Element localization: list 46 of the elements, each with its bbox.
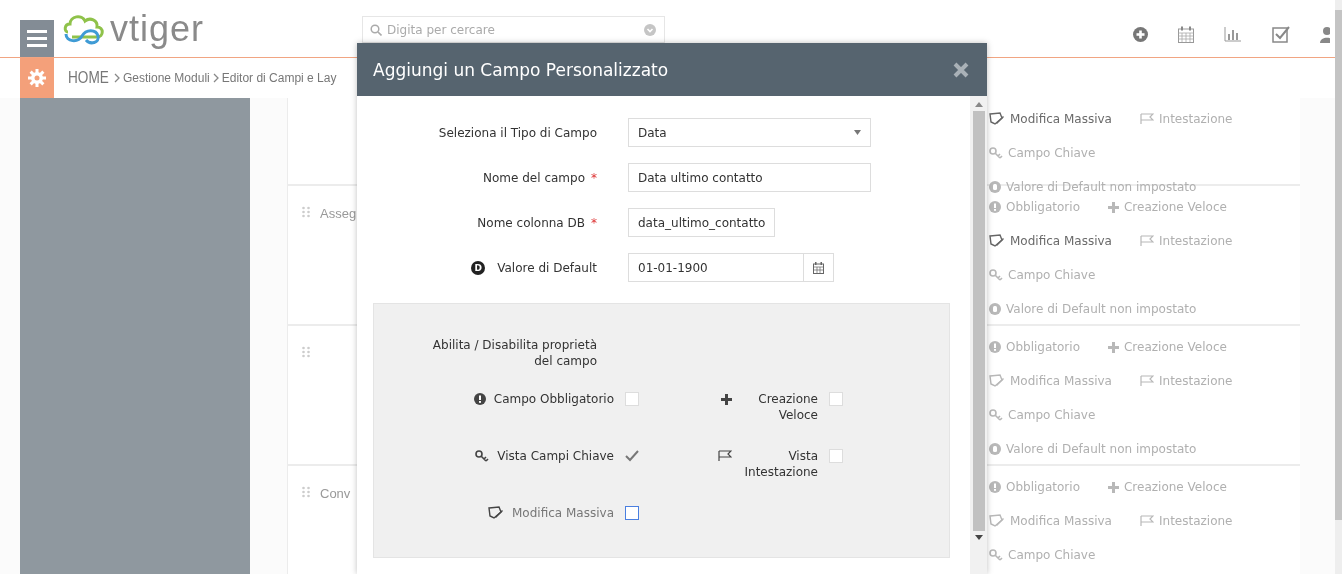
field-property: Obbligatorio <box>1006 480 1080 494</box>
field-label: Seleziona il Tipo di Campo <box>438 125 597 140</box>
field-label: Asseg <box>320 206 357 221</box>
field-property: Valore di Default non impostato <box>1006 302 1197 316</box>
input-field[interactable]: data_ultimo_contatto <box>628 208 775 237</box>
field-label: Nome colonna DB <box>477 215 585 230</box>
breadcrumb-link[interactable]: HOME <box>68 68 109 88</box>
checkbox-label: Creazione Veloce <box>757 391 818 423</box>
field-property: Creazione Veloce <box>1124 200 1227 214</box>
required-mark: * <box>591 215 597 230</box>
field-property: Obbligatorio <box>1006 340 1080 354</box>
field-label: Conv <box>320 486 351 501</box>
field-property: Modifica Massiva <box>1010 234 1112 248</box>
breadcrumb-link[interactable]: Editor di Campi e Lay <box>221 71 337 85</box>
field-property: Modifica Massiva <box>1010 112 1112 126</box>
field-property: Campo Chiave <box>1008 268 1096 282</box>
field-property: Creazione Veloce <box>1124 480 1227 494</box>
date-field[interactable]: 01-01-1900 <box>628 253 803 282</box>
field-property: Intestazione <box>1159 112 1233 126</box>
dialog-title: Aggiungi un Campo Personalizzato <box>373 59 669 80</box>
field-property: Valore di Default non impostato <box>1006 442 1197 456</box>
search-field[interactable]: Digita per cercare <box>362 16 665 43</box>
checkbox-label: Vista Campi Chiave <box>497 448 614 464</box>
input-field[interactable]: Data ultimo contatto <box>628 163 871 192</box>
field-property: Campo Chiave <box>1008 408 1096 422</box>
required-mark: * <box>591 170 597 185</box>
panel-heading: Abilita / Disabilita proprietà del campo <box>431 337 597 369</box>
field-property: Intestazione <box>1159 374 1233 388</box>
field-property: Intestazione <box>1159 514 1233 528</box>
field-label: Valore di Default <box>497 260 597 275</box>
field-type-select[interactable]: Data <box>628 118 871 147</box>
field-property: Intestazione <box>1159 234 1233 248</box>
checkbox-label: Campo Obbligatorio <box>493 391 614 407</box>
field-property: Valore di Default non impostato <box>1006 180 1197 194</box>
field-property: Creazione Veloce <box>1124 340 1227 354</box>
field-label: Nome del campo <box>483 170 585 185</box>
field-property: Campo Chiave <box>1008 548 1096 562</box>
logo-text: vtiger <box>110 8 205 50</box>
checkbox-label: Vista Intestazione <box>743 448 818 480</box>
field-property: Campo Chiave <box>1008 146 1096 160</box>
checkbox-label: Modifica Massiva <box>512 505 614 521</box>
default-badge: D <box>471 260 486 275</box>
breadcrumb-link[interactable]: Gestione Moduli <box>123 71 210 85</box>
field-property: Modifica Massiva <box>1010 374 1112 388</box>
field-property: Obbligatorio <box>1006 200 1080 214</box>
field-property: Modifica Massiva <box>1010 514 1112 528</box>
